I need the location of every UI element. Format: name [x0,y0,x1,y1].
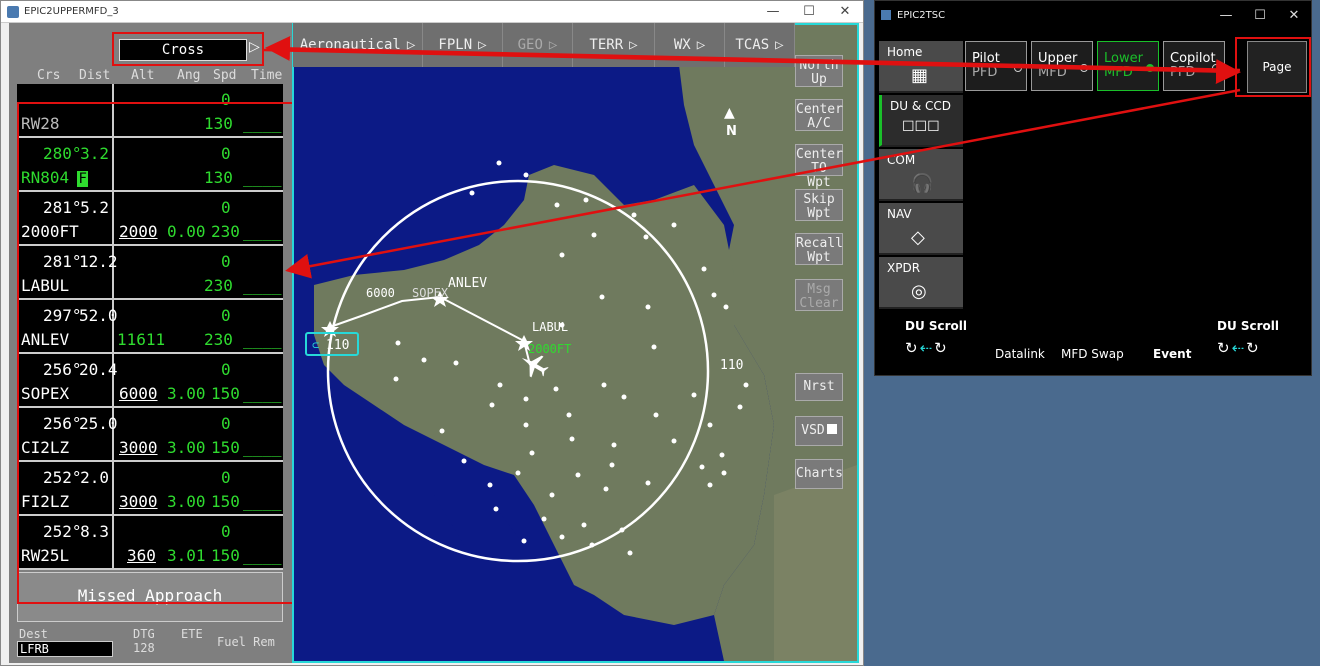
range-right: 110 [720,358,743,373]
waypoint-label-anlev: ANLEV [448,276,487,291]
close-button[interactable]: ✕ [1277,8,1311,23]
grid-icon: ▦ [911,65,929,86]
fpln-highlight-box [17,102,299,604]
maximize-button[interactable]: ☐ [1243,8,1277,23]
waypoint-label-2000ft: 2000FT [528,342,571,356]
tab-arrow-icon: ▷ [775,37,784,53]
tab-arrow-icon: ▷ [548,37,558,53]
header-alt: Alt [131,68,155,83]
waypoint-label-sopex: SOPEX [412,286,449,300]
range-arrow-icon: ⊂ [312,338,319,352]
scroll-center-icon: ⇠ [919,339,935,357]
tab-tcas[interactable]: TCAS ▷ [725,23,795,67]
tab-arrow-icon: ▷ [696,37,706,53]
mfd-swap-button[interactable]: MFD Swap [1061,347,1124,361]
rotate-right-icon: ↻ [1246,339,1261,357]
map-tabs: Aeronautical ▷ FPLN ▷ GEO ▷ TERR ▷ WX ▷ TCAS ▷ [293,23,859,67]
status-dot-icon [1146,64,1154,72]
tab-fpln[interactable]: FPLN ▷ [423,23,503,67]
tab-arrow-icon: ▷ [406,37,416,53]
minimize-button[interactable]: — [755,4,791,19]
header-time: Time [251,68,283,83]
display-units-icon: ☐☐☐ [902,119,940,135]
du-scroll-left-label: DU Scroll [905,319,968,333]
header-spd: Spd [213,68,237,83]
du-scroll-right-label: DU Scroll [1217,319,1280,333]
dest-field[interactable]: LFRB [17,641,113,657]
tab-arrow-icon: ▷ [478,37,487,53]
fuel-rem-label: Fuel Rem [217,635,275,649]
center-ac-button[interactable]: Center A/C [795,99,843,131]
rotate-right-icon: ↻ [934,339,949,357]
tab-aeronautical[interactable]: Aeronautical ▷ [293,23,423,67]
side-tab-du-ccd[interactable]: DU & CCD ☐☐☐ [879,95,963,147]
headset-icon: 🎧 [911,173,934,194]
recall-wpt-button[interactable]: Recall Wpt [795,233,843,265]
mfd-titlebar[interactable]: EPIC2UPPERMFD_3 — ☐ ✕ [1,1,863,23]
fpln-column-headers: Crs Dist Alt Ang Spd Time [17,68,287,84]
lower-mfd-button[interactable]: Lower MFD [1097,41,1159,91]
status-dot-icon [1212,64,1220,72]
mfd-window: EPIC2UPPERMFD_3 — ☐ ✕ Cross ▷ Crs Dist A… [0,0,864,666]
msg-clear-button[interactable]: Msg Clear [795,279,843,311]
header-ang: Ang [177,68,201,83]
waypoint-label-labul: LABUL [532,320,568,334]
ete-label: ETE [181,627,203,641]
header-crs: Crs [37,68,61,83]
app-icon [881,10,891,20]
status-dot-icon [1080,64,1088,72]
minimize-button[interactable]: — [1209,8,1243,23]
app-icon [7,5,19,18]
waypoint-label-6000: 6000 [366,286,395,300]
tab-geo[interactable]: GEO ▷ [503,23,573,67]
tab-terr[interactable]: TERR ▷ [573,23,655,67]
dtg-label: DTG [133,627,155,641]
map-display[interactable]: ANLEV SOPEX 6000 LABUL 2000FT ▲ N ⊂ 110 … [292,23,859,663]
tsc-titlebar[interactable]: EPIC2TSC — ☐ ✕ [875,1,1311,29]
close-button[interactable]: ✕ [827,4,863,19]
nav-diamond-icon: ◇ [911,227,925,248]
status-dot-icon [1014,64,1022,72]
du-scroll-left-control[interactable]: ↻⇠↻ [905,339,949,357]
transponder-icon: ◎ [911,281,927,302]
side-tab-home[interactable]: Home ▦ [879,41,963,93]
fpln-bottom-info: Dest LFRB DTG 128 ETE Fuel Rem [17,627,287,663]
pilot-pfd-button[interactable]: Pilot PFD [965,41,1027,91]
vsd-button[interactable]: VSD [795,416,843,446]
dtg-value: 128 [133,641,155,655]
north-up-button[interactable]: North Up [795,55,843,87]
rotate-left-icon: ↻ [905,339,920,357]
moving-map[interactable]: ANLEV SOPEX 6000 LABUL 2000FT ▲ N ⊂ 110 … [294,25,857,661]
du-scroll-right-control[interactable]: ↻⇠↻ [1217,339,1261,357]
nrst-button[interactable]: Nrst [795,373,843,401]
upper-mfd-button[interactable]: Upper MFD [1031,41,1093,91]
side-tab-xpdr[interactable]: XPDR ◎ [879,257,963,309]
rotate-left-icon: ↻ [1217,339,1232,357]
north-label: N [726,124,737,139]
tab-arrow-icon: ▷ [629,37,638,53]
side-tab-nav[interactable]: NAV ◇ [879,203,963,255]
datalink-button[interactable]: Datalink [995,347,1045,361]
tsc-window: EPIC2TSC — ☐ ✕ Home ▦ DU & CCD ☐☐☐ COM 🎧 NA… [874,0,1312,376]
center-to-wpt-button[interactable]: Center TO Wpt [795,144,843,190]
cross-highlight-box [112,32,264,66]
range-left: 110 [326,338,349,353]
tab-wx[interactable]: WX ▷ [655,23,725,67]
charts-button[interactable]: Charts [795,459,843,489]
side-tab-com[interactable]: COM 🎧 [879,149,963,201]
event-button[interactable]: Event [1153,347,1191,361]
copilot-pfd-button[interactable]: Copilot PFD [1163,41,1225,91]
maximize-button[interactable]: ☐ [791,4,827,19]
header-dist: Dist [79,68,111,83]
scroll-center-icon: ⇠ [1231,339,1247,357]
land-relief [774,465,857,661]
page-highlight-box [1235,37,1311,97]
vsd-checkbox-icon [826,424,837,434]
tsc-window-title: EPIC2TSC [897,9,946,21]
north-indicator-icon: ▲ [724,105,735,121]
dest-label: Dest [19,627,48,641]
mfd-window-title: EPIC2UPPERMFD_3 [24,6,119,17]
skip-wpt-button[interactable]: Skip Wpt [795,189,843,221]
mfd-display: Cross ▷ Crs Dist Alt Ang Spd Time RW28 0… [9,23,859,663]
